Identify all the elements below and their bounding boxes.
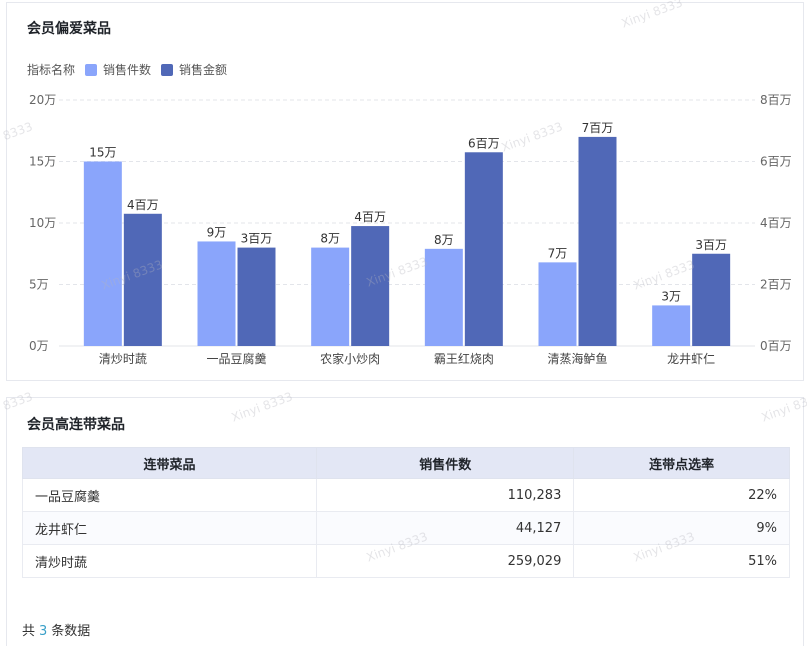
card-title: 会员偏爱菜品 xyxy=(27,21,111,37)
high-association-dishes-card: 会员高连带菜品 连带菜品 销售件数 连带点选率 一品豆腐羹 110,283 22… xyxy=(6,397,804,646)
bar-sales-amount xyxy=(351,226,390,346)
bar-sales-count xyxy=(83,161,122,346)
x-tick-label: 龙井虾仁 xyxy=(667,352,715,366)
x-tick-label: 清炒时蔬 xyxy=(99,352,147,366)
legend-swatch-sales-amount xyxy=(161,63,174,76)
bar-data-label: 7百万 xyxy=(582,121,614,135)
bar-sales-count xyxy=(652,305,691,346)
bar-sales-amount xyxy=(578,136,617,346)
legend-item-sales-count[interactable]: 销售件数 xyxy=(85,61,151,78)
column-header-sales-count[interactable]: 销售件数 xyxy=(316,447,575,479)
cell-association-rate: 22% xyxy=(573,478,790,512)
legend-text: 销售件数 xyxy=(103,63,152,77)
y-left-tick-label: 5万 xyxy=(29,278,49,292)
table-row[interactable]: 清炒时蔬 259,029 51% xyxy=(21,544,790,578)
bar-chart: 0万 0百万 5万 2百万 10万 4百万 15万 6百万 20万 8百万 15万 4百万清炒时蔬 9万… xyxy=(29,93,792,366)
cell-dish: 龙井虾仁 xyxy=(21,511,318,545)
footer-prefix: 共 xyxy=(22,624,36,639)
legend-swatch-sales-count xyxy=(85,63,98,76)
y-left-tick-label: 20万 xyxy=(29,93,56,107)
preferred-dishes-card: 会员偏爱菜品 指标名称 销售件数 销售金额 0万 0百万 5万 2百万 10万 4百万 15… xyxy=(6,2,804,381)
column-header-dish[interactable]: 连带菜品 xyxy=(21,447,318,479)
cell-sales-count: 110,283 xyxy=(316,478,575,512)
cell-association-rate: 9% xyxy=(573,511,790,545)
table-header-row: 连带菜品 销售件数 连带点选率 xyxy=(21,447,790,479)
bar-sales-count xyxy=(538,262,577,346)
x-tick-label: 一品豆腐羹 xyxy=(206,351,266,366)
y-right-tick-label: 6百万 xyxy=(760,155,792,169)
cell-dish: 一品豆腐羹 xyxy=(21,478,318,512)
bar-data-label: 8万 xyxy=(320,232,340,246)
bar-data-label: 6百万 xyxy=(468,136,500,150)
bar-data-label: 4百万 xyxy=(354,210,386,224)
y-left-tick-label: 10万 xyxy=(29,216,56,230)
record-count: 3 xyxy=(39,624,48,639)
chart-legend: 指标名称 销售件数 销售金额 xyxy=(27,61,237,78)
bar-sales-count xyxy=(424,248,463,346)
bar-sales-count xyxy=(197,241,236,346)
footer-suffix: 条数据 xyxy=(51,624,91,639)
y-left-tick-label: 0万 xyxy=(29,339,49,353)
legend-item-sales-amount[interactable]: 销售金额 xyxy=(161,61,227,78)
cell-sales-count: 259,029 xyxy=(316,544,575,578)
x-tick-label: 霸王红烧肉 xyxy=(434,351,494,366)
cell-association-rate: 51% xyxy=(573,544,790,578)
association-table: 连带菜品 销售件数 连带点选率 一品豆腐羹 110,283 22% 龙井虾仁 4… xyxy=(21,447,790,578)
bar-sales-count xyxy=(311,247,350,346)
y-right-tick-label: 4百万 xyxy=(760,216,792,230)
bar-data-label: 4百万 xyxy=(127,198,159,212)
table-row[interactable]: 龙井虾仁 44,127 9% xyxy=(21,511,790,545)
legend-text: 销售金额 xyxy=(179,63,228,77)
y-left-tick-label: 15万 xyxy=(29,155,56,169)
cell-dish: 清炒时蔬 xyxy=(21,544,318,578)
card-title: 会员高连带菜品 xyxy=(27,417,125,433)
bar-data-label: 9万 xyxy=(207,225,227,239)
bar-data-label: 3百万 xyxy=(241,232,273,246)
bar-sales-amount xyxy=(237,247,276,346)
table-footer: 共 3 条数据 xyxy=(22,620,90,639)
bar-sales-amount xyxy=(464,152,503,346)
table-row[interactable]: 一品豆腐羹 110,283 22% xyxy=(21,478,790,512)
x-tick-label: 农家小炒肉 xyxy=(320,351,380,366)
legend-label: 指标名称 xyxy=(27,63,76,77)
bar-sales-amount xyxy=(123,213,162,346)
bar-sales-amount xyxy=(692,253,731,346)
bar-data-label: 8万 xyxy=(434,233,454,247)
x-tick-label: 清蒸海鲈鱼 xyxy=(547,351,607,366)
bar-data-label: 3万 xyxy=(661,289,681,303)
y-right-tick-label: 8百万 xyxy=(760,93,792,107)
y-right-tick-label: 2百万 xyxy=(760,278,792,292)
bar-data-label: 15万 xyxy=(89,146,116,160)
cell-sales-count: 44,127 xyxy=(316,511,575,545)
bar-data-label: 3百万 xyxy=(695,238,727,252)
y-right-tick-label: 0百万 xyxy=(760,339,792,353)
bar-data-label: 7万 xyxy=(548,246,568,260)
column-header-association-rate[interactable]: 连带点选率 xyxy=(573,447,790,479)
